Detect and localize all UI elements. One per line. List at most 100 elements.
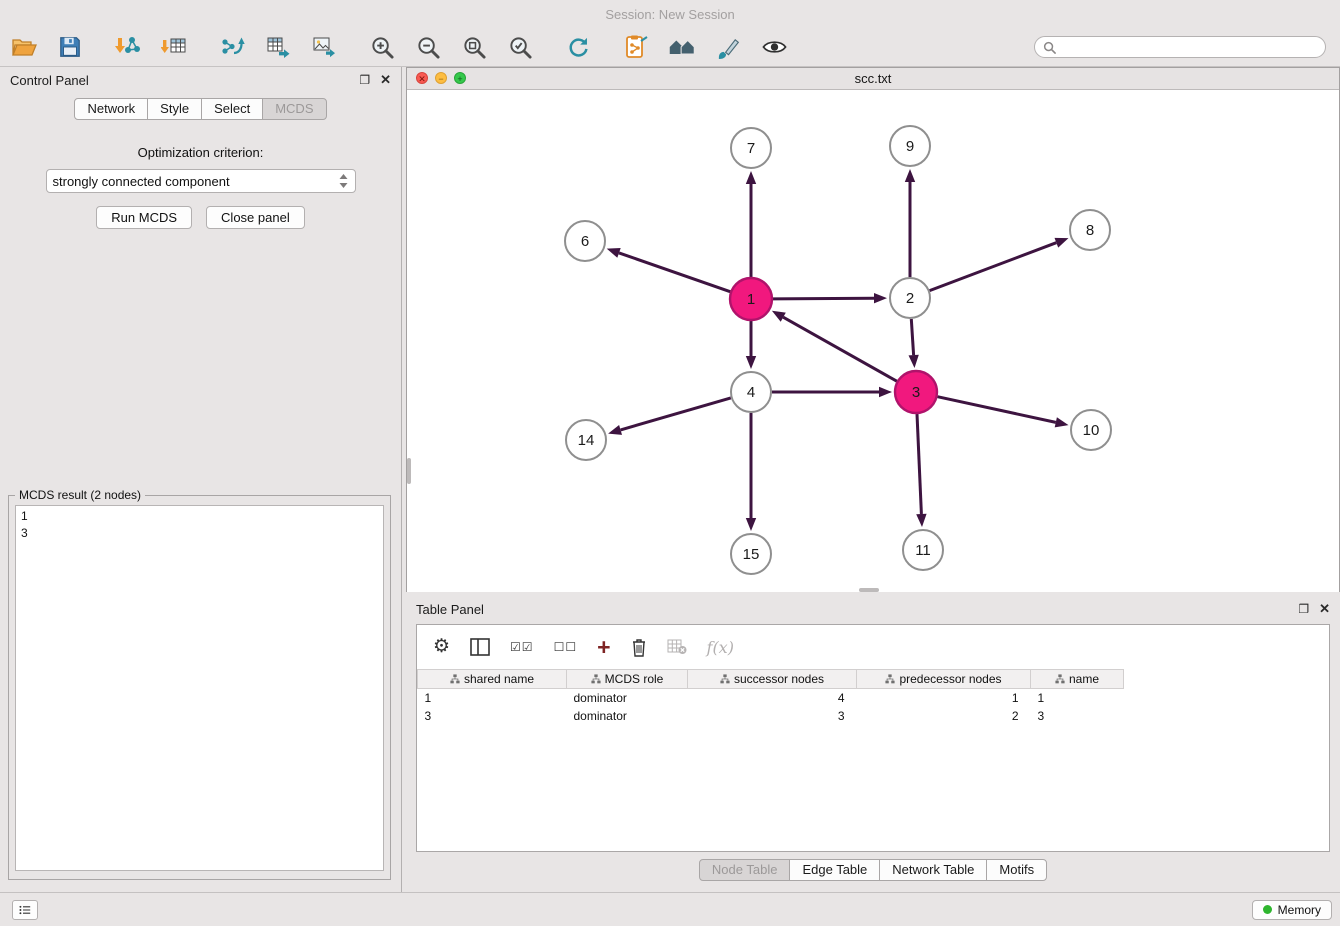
import-network-button[interactable] [114,33,142,61]
import-table-button[interactable] [160,33,188,61]
zoom-in-button[interactable] [368,33,396,61]
graph-edge-arrow [607,248,621,258]
style-paint-button[interactable] [714,33,742,61]
function-builder-button[interactable]: f(x) [707,635,734,659]
graph-edge[interactable] [621,398,731,430]
memory-button[interactable]: Memory [1252,900,1332,920]
table-cell[interactable]: dominator [567,689,688,708]
table-header-row: shared nameMCDS rolesuccessor nodesprede… [418,670,1330,689]
paintbrush-icon [716,35,741,60]
graph-edge-arrow [746,171,756,184]
control-panel-title: Control Panel [10,73,89,88]
delete-table-button[interactable] [667,635,687,659]
export-network-button[interactable] [218,33,246,61]
save-session-button[interactable] [56,33,84,61]
network-window-title: scc.txt [855,71,892,86]
criterion-select[interactable]: strongly connected component [46,169,356,193]
table-cell[interactable]: 3 [688,707,857,725]
control-panel: Control Panel ❐ ✕ Network Style Select M… [0,67,402,892]
close-panel-action-button[interactable]: Close panel [206,206,305,229]
graph-edge[interactable] [917,414,921,514]
show-hide-button[interactable] [760,33,788,61]
column-header[interactable]: shared name [418,670,567,689]
minimize-window-button[interactable]: − [435,72,447,84]
tab-motifs[interactable]: Motifs [986,859,1047,881]
graph-edge[interactable] [911,319,913,355]
export-image-button[interactable] [310,33,338,61]
graph-node-label: 3 [912,384,920,401]
gear-icon: ⚙ [433,637,450,657]
column-tree-icon [591,674,601,684]
table-row[interactable]: 1dominator411 [418,689,1330,708]
column-visibility-button[interactable] [470,635,490,659]
select-all-button[interactable]: ☑☑ [510,635,534,659]
close-panel-button[interactable]: ✕ [380,73,391,87]
column-header[interactable]: successor nodes [688,670,857,689]
task-history-button[interactable] [12,900,38,920]
hierarchy-viewer-button[interactable] [668,33,696,61]
graph-edge-arrow [746,518,756,531]
column-header[interactable]: MCDS role [567,670,688,689]
layout-group [564,33,592,61]
table-cell[interactable]: 1 [1031,689,1124,708]
graph-edge[interactable] [773,298,874,299]
column-header[interactable]: name [1031,670,1124,689]
export-table-button[interactable] [264,33,292,61]
table-panel: Table Panel ❐ ✕ ⚙ ☑☑ ☐☐ + f(x) shared na… [406,596,1340,888]
tab-style[interactable]: Style [147,98,202,120]
tab-select[interactable]: Select [201,98,263,120]
tab-edge-table[interactable]: Edge Table [789,859,880,881]
network-canvas[interactable]: 7968124314101511 [407,90,1339,592]
mcds-result-text[interactable]: 1 3 [15,505,384,871]
graph-edge-arrow [1055,417,1069,427]
deselect-all-button[interactable]: ☐☐ [554,635,578,659]
search-box[interactable] [1034,36,1326,58]
graph-edge[interactable] [938,397,1056,423]
zoom-fit-icon [462,35,487,60]
tab-network[interactable]: Network [74,98,148,120]
network-clipboard-button[interactable] [622,33,650,61]
table-cell[interactable]: 4 [688,689,857,708]
delete-table-icon [667,639,687,655]
graph-node-label: 1 [747,291,755,308]
add-row-button[interactable]: + [597,635,610,659]
graph-edge[interactable] [930,243,1057,291]
zoom-out-button[interactable] [414,33,442,61]
horizontal-scrollbar[interactable] [859,588,879,592]
table-cell-filler [1124,707,1330,725]
graph-edge[interactable] [783,317,897,381]
close-window-button[interactable]: ✕ [416,72,428,84]
graph-edge[interactable] [619,253,730,292]
table-cell[interactable]: 1 [418,689,567,708]
table-cell[interactable]: 3 [1031,707,1124,725]
open-session-button[interactable] [10,33,38,61]
table-cell[interactable]: 1 [857,689,1031,708]
delete-rows-button[interactable] [631,635,647,659]
zoom-selected-button[interactable] [506,33,534,61]
refresh-layout-button[interactable] [564,33,592,61]
file-group [10,33,84,61]
column-tree-icon [1055,674,1065,684]
tab-node-table[interactable]: Node Table [699,859,791,881]
zoom-window-button[interactable]: + [454,72,466,84]
tools-group [622,33,788,61]
graph-node-label: 2 [906,290,914,307]
graph-node-label: 11 [915,542,931,559]
run-mcds-button[interactable]: Run MCDS [96,206,192,229]
float-panel-button[interactable]: ❐ [359,73,370,87]
float-table-panel-button[interactable]: ❐ [1298,602,1309,616]
table-cell[interactable]: 2 [857,707,1031,725]
table-cell[interactable]: 3 [418,707,567,725]
tab-network-table[interactable]: Network Table [879,859,987,881]
fx-icon: f(x) [707,638,734,657]
table-row[interactable]: 3dominator323 [418,707,1330,725]
table-cell[interactable]: dominator [567,707,688,725]
refresh-icon [566,35,591,60]
search-input[interactable] [1061,39,1317,55]
tab-mcds[interactable]: MCDS [262,98,326,120]
zoom-fit-button[interactable] [460,33,488,61]
column-header[interactable]: predecessor nodes [857,670,1031,689]
close-table-panel-button[interactable]: ✕ [1319,602,1330,616]
table-settings-button[interactable]: ⚙ [433,635,450,659]
vertical-scrollbar[interactable] [407,458,411,484]
